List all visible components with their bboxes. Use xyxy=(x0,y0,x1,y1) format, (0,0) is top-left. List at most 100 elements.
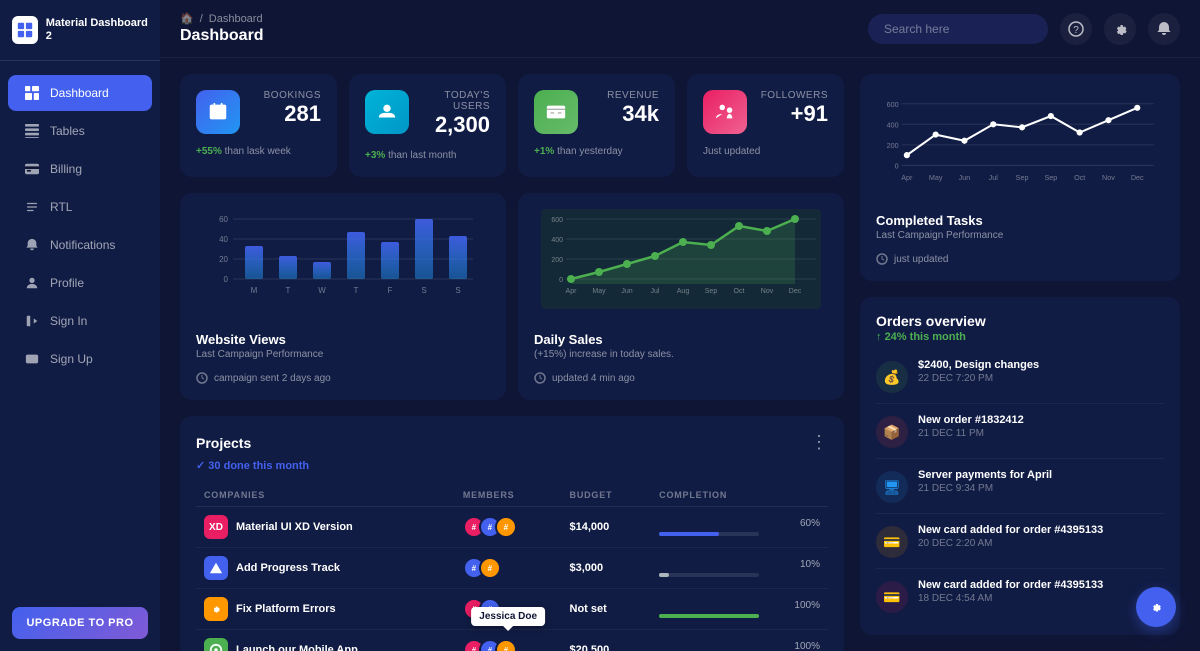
svg-text:Nov: Nov xyxy=(1102,173,1115,182)
order-name: New card added for order #4395133 xyxy=(918,524,1164,536)
orders-change-label: this month xyxy=(910,331,966,343)
orders-change: 24% xyxy=(885,331,907,343)
order-dot: 📦 xyxy=(876,416,908,448)
search-input[interactable] xyxy=(868,14,1048,44)
svg-text:0: 0 xyxy=(895,162,899,171)
sidebar-item-profile[interactable]: Profile xyxy=(8,265,152,301)
completed-tasks-chart: 600 400 200 0 Apr xyxy=(876,90,1164,210)
svg-text:Nov: Nov xyxy=(761,288,774,295)
member-tooltip: Jessica Doe xyxy=(471,607,545,631)
tables-icon xyxy=(24,123,40,139)
col-companies: COMPANIES xyxy=(196,484,455,507)
notifications-bell-button[interactable] xyxy=(1148,13,1180,45)
order-date: 18 DEC 4:54 AM xyxy=(918,593,1164,604)
sidebar-nav: Dashboard Tables Billing RTL Notificatio… xyxy=(0,61,160,595)
svg-text:200: 200 xyxy=(887,141,899,150)
svg-text:Aug: Aug xyxy=(677,288,690,295)
followers-icon xyxy=(703,90,747,134)
sidebar-item-profile-label: Profile xyxy=(50,276,84,290)
website-views-footer-text: campaign sent 2 days ago xyxy=(214,373,331,384)
col-budget: BUDGET xyxy=(562,484,652,507)
order-item: 💰 $2400, Design changes 22 DEC 7:20 PM xyxy=(876,349,1164,404)
projects-header: Projects ⋮ xyxy=(196,432,828,453)
svg-text:Sep: Sep xyxy=(1016,173,1029,182)
main-column: Bookings 281 +55% than lask week xyxy=(180,74,844,635)
upgrade-button[interactable]: UPGRADE TO PRO xyxy=(12,607,148,639)
order-info: Server payments for April 21 DEC 9:34 PM xyxy=(918,469,1164,494)
order-info: New card added for order #4395133 18 DEC… xyxy=(918,579,1164,604)
sidebar-item-billing[interactable]: Billing xyxy=(8,151,152,187)
users-label: Today's Users xyxy=(409,90,490,112)
completed-tasks-footer-text: just updated xyxy=(894,254,949,265)
svg-text:May: May xyxy=(592,288,606,295)
completed-tasks-subtitle: Last Campaign Performance xyxy=(876,230,1164,241)
daily-sales-subtitle: (+15%) increase in today sales. xyxy=(534,349,828,360)
svg-text:W: W xyxy=(318,286,326,295)
company-cell: Launch our Mobile App xyxy=(196,630,455,651)
brand-name: Material Dashboard 2 xyxy=(46,17,148,43)
svg-text:Jun: Jun xyxy=(621,288,632,295)
order-date: 20 DEC 2:20 AM xyxy=(918,538,1164,549)
projects-menu-icon[interactable]: ⋮ xyxy=(810,432,828,453)
company-name: Fix Platform Errors xyxy=(236,603,336,615)
sidebar-item-signin[interactable]: Sign In xyxy=(8,303,152,339)
settings-fab[interactable] xyxy=(1136,587,1176,627)
brand-icon xyxy=(12,16,38,44)
svg-text:20: 20 xyxy=(219,255,228,264)
sidebar-item-signup-label: Sign Up xyxy=(50,352,93,366)
brand: Material Dashboard 2 xyxy=(0,0,160,61)
members-cell: ### xyxy=(455,507,562,548)
signup-icon xyxy=(24,351,40,367)
svg-text:60: 60 xyxy=(219,215,228,224)
website-views-title: Website Views xyxy=(196,332,490,347)
svg-text:600: 600 xyxy=(551,217,563,224)
followers-label: Followers xyxy=(761,90,828,101)
sidebar-item-rtl[interactable]: RTL xyxy=(8,189,152,225)
settings-icon-button[interactable] xyxy=(1104,13,1136,45)
svg-text:Sep: Sep xyxy=(1044,173,1057,182)
table-row: XD Material UI XD Version ### $14,000 60… xyxy=(196,507,828,548)
svg-text:Oct: Oct xyxy=(1074,173,1085,182)
sidebar-item-signup[interactable]: Sign Up xyxy=(8,341,152,377)
sidebar-item-dashboard[interactable]: Dashboard xyxy=(8,75,152,111)
profile-icon xyxy=(24,275,40,291)
company-cell: XD Material UI XD Version xyxy=(196,507,455,548)
order-item: 🖥 Server payments for April 21 DEC 9:34 … xyxy=(876,459,1164,514)
daily-sales-footer: updated 4 min ago xyxy=(534,372,828,384)
content-area: Bookings 281 +55% than lask week xyxy=(160,58,1200,651)
svg-text:Jul: Jul xyxy=(989,173,999,182)
svg-text:May: May xyxy=(929,173,943,182)
svg-text:Jun: Jun xyxy=(959,173,971,182)
svg-text:Dec: Dec xyxy=(789,288,802,295)
completion-cell: 10% xyxy=(651,548,828,589)
svg-text:Sep: Sep xyxy=(705,288,718,295)
revenue-icon xyxy=(534,90,578,134)
members-cell: ## xyxy=(455,548,562,589)
order-dot: 💳 xyxy=(876,526,908,558)
projects-title: Projects xyxy=(196,435,251,451)
projects-done-count: 30 xyxy=(208,460,220,472)
members-cell: ###Jessica Doe xyxy=(455,630,562,651)
revenue-label: Revenue xyxy=(607,90,659,101)
stat-card-bookings: Bookings 281 +55% than lask week xyxy=(180,74,337,177)
sidebar-item-billing-label: Billing xyxy=(50,162,82,176)
company-cell: Fix Platform Errors xyxy=(196,589,455,630)
completed-tasks-title: Completed Tasks xyxy=(876,213,1164,228)
main-area: 🏠 / Dashboard Dashboard ? xyxy=(160,0,1200,651)
sidebar-footer: UPGRADE TO PRO xyxy=(0,595,160,651)
svg-text:Apr: Apr xyxy=(566,288,578,295)
svg-text:400: 400 xyxy=(887,120,899,129)
order-date: 21 DEC 11 PM xyxy=(918,428,1164,439)
sidebar-item-tables[interactable]: Tables xyxy=(8,113,152,149)
svg-text:0: 0 xyxy=(224,275,229,284)
sidebar-item-notifications[interactable]: Notifications xyxy=(8,227,152,263)
right-column: 600 400 200 0 Apr xyxy=(860,74,1180,635)
orders-card: Orders overview ↑ 24% this month 💰 $2400… xyxy=(860,297,1180,635)
sidebar-item-signin-label: Sign In xyxy=(50,314,87,328)
help-icon-button[interactable]: ? xyxy=(1060,13,1092,45)
svg-text:Jul: Jul xyxy=(651,288,660,295)
sidebar-item-tables-label: Tables xyxy=(50,124,85,138)
order-info: New order #1832412 21 DEC 11 PM xyxy=(918,414,1164,439)
stat-cards-grid: Bookings 281 +55% than lask week xyxy=(180,74,844,177)
breadcrumb-nav: 🏠 / Dashboard xyxy=(180,12,264,25)
